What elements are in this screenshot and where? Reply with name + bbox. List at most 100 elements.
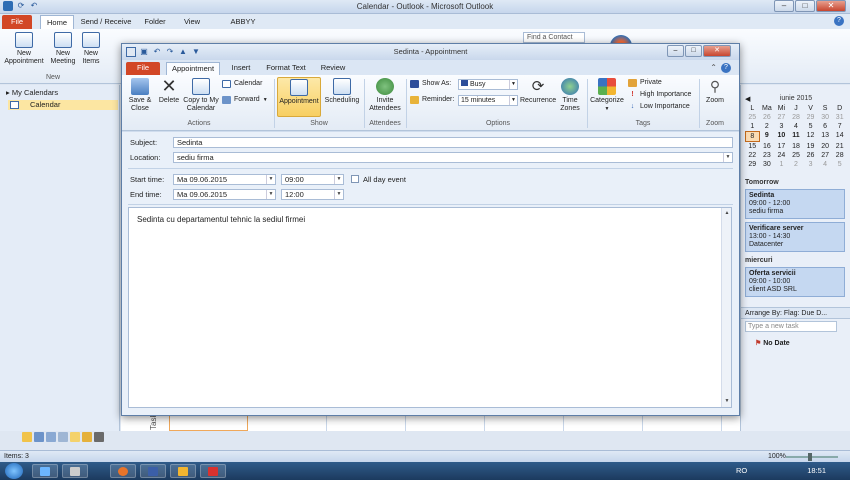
- mini-calendar-day[interactable]: 23: [760, 151, 775, 160]
- tab-file[interactable]: File: [126, 62, 160, 75]
- tab-home[interactable]: Home: [40, 15, 74, 29]
- mini-calendar-day[interactable]: 4: [789, 122, 804, 131]
- save-close-button[interactable]: Save & Close: [126, 78, 154, 113]
- minimize-ribbon-icon[interactable]: ⌃: [710, 63, 717, 72]
- appointment-view-button[interactable]: Appointment: [277, 77, 321, 117]
- mini-calendar-day[interactable]: 19: [803, 142, 818, 151]
- mini-calendar-day[interactable]: 7: [832, 122, 847, 131]
- subject-field[interactable]: Sedinta: [173, 137, 733, 148]
- taskbar-shell[interactable]: [62, 464, 88, 478]
- prev-month-icon[interactable]: ◀: [745, 95, 750, 103]
- tab-format-text[interactable]: Format Text: [264, 62, 308, 75]
- tab-review[interactable]: Review: [316, 62, 350, 75]
- mini-calendar-day[interactable]: 20: [818, 142, 833, 151]
- appointment-item[interactable]: Oferta servicii 09:00 - 10:00 client ASD…: [745, 267, 845, 297]
- taskbar-explorer[interactable]: [32, 464, 58, 478]
- mini-calendar-day[interactable]: 18: [789, 142, 804, 151]
- find-contact-box[interactable]: Find a Contact: [523, 32, 585, 43]
- calendar-button[interactable]: Calendar: [222, 79, 262, 89]
- tab-insert[interactable]: Insert: [226, 62, 256, 75]
- folder-nav-icon[interactable]: [82, 432, 92, 442]
- new-meeting-button[interactable]: New Meeting: [48, 32, 78, 66]
- scheduling-button[interactable]: Scheduling: [323, 78, 361, 105]
- contacts-nav-icon[interactable]: [46, 432, 56, 442]
- mini-calendar-day[interactable]: 17: [774, 142, 789, 151]
- arrange-by-header[interactable]: Arrange By: Flag: Due D...: [741, 307, 850, 319]
- mini-calendar-day[interactable]: 30: [818, 113, 833, 122]
- no-date-group[interactable]: ⚑ No Date: [755, 339, 790, 347]
- zoom-slider[interactable]: [786, 453, 838, 461]
- tab-file[interactable]: File: [2, 15, 32, 29]
- mini-calendar-day[interactable]: 30: [760, 160, 775, 169]
- mini-calendar-day[interactable]: 5: [803, 122, 818, 131]
- tasks-nav-icon[interactable]: [58, 432, 68, 442]
- mini-calendar-day[interactable]: 12: [803, 131, 818, 142]
- mini-calendar-day[interactable]: 21: [832, 142, 847, 151]
- time-zones-button[interactable]: Time Zones: [557, 78, 583, 113]
- tab-appointment[interactable]: Appointment: [166, 62, 220, 75]
- taskbar-app[interactable]: [200, 464, 226, 478]
- invite-attendees-button[interactable]: Invite Attendees: [367, 78, 403, 113]
- mini-calendar-day[interactable]: 4: [818, 160, 833, 169]
- calendar-nav-icon[interactable]: [34, 432, 44, 442]
- mini-calendar-day[interactable]: 5: [832, 160, 847, 169]
- system-clock[interactable]: 18:51: [807, 466, 826, 475]
- forward-button[interactable]: Forward ▼: [222, 95, 268, 105]
- mini-calendar-day[interactable]: 27: [818, 151, 833, 160]
- mini-calendar-day[interactable]: 11: [789, 131, 804, 142]
- taskbar-outlook[interactable]: [170, 464, 196, 478]
- mini-calendar-day[interactable]: 13: [818, 131, 833, 142]
- end-date-picker[interactable]: Ma 09.06.2015 ▼: [173, 189, 276, 200]
- mini-calendar-day[interactable]: 10: [774, 131, 789, 142]
- tab-view[interactable]: View: [180, 15, 204, 29]
- appointment-item[interactable]: Verificare server 13:00 - 14:30 Datacent…: [745, 222, 845, 252]
- notes-scrollbar[interactable]: ▲ ▼: [721, 208, 731, 407]
- all-day-checkbox[interactable]: [351, 175, 359, 183]
- mini-calendar-day[interactable]: 1: [774, 160, 789, 169]
- recurrence-button[interactable]: ⟳ Recurrence: [520, 78, 556, 105]
- nav-item-calendar[interactable]: Calendar: [8, 100, 118, 110]
- mini-calendar-day[interactable]: 25: [789, 151, 804, 160]
- new-task-input[interactable]: Type a new task: [745, 321, 837, 332]
- mini-calendar-day[interactable]: 2: [789, 160, 804, 169]
- categorize-button[interactable]: Categorize ▼: [589, 78, 625, 113]
- close-button[interactable]: ✕: [816, 0, 846, 12]
- mini-calendar-day[interactable]: 25: [745, 113, 760, 122]
- reminder-select[interactable]: 15 minutes ▼: [458, 95, 518, 106]
- low-importance-button[interactable]: ↓ Low Importance: [628, 102, 690, 112]
- start-time-select[interactable]: 09:00 ▼: [281, 174, 344, 185]
- mini-calendar-day[interactable]: 16: [760, 142, 775, 151]
- maximize-button[interactable]: □: [795, 0, 815, 12]
- mini-calendar-day[interactable]: 27: [774, 113, 789, 122]
- maximize-button[interactable]: □: [685, 45, 702, 57]
- mini-calendar-day[interactable]: 31: [832, 113, 847, 122]
- notes-nav-icon[interactable]: [70, 432, 80, 442]
- language-indicator[interactable]: RO: [736, 466, 747, 475]
- minimize-button[interactable]: –: [774, 0, 794, 12]
- mini-calendar-day[interactable]: 28: [789, 113, 804, 122]
- high-importance-button[interactable]: ! High Importance: [628, 90, 691, 100]
- private-button[interactable]: Private: [628, 78, 662, 88]
- minimize-button[interactable]: –: [667, 45, 684, 57]
- mini-calendar-day[interactable]: 15: [745, 142, 760, 151]
- mini-calendar-day[interactable]: 3: [803, 160, 818, 169]
- mini-calendar-day[interactable]: 2: [760, 122, 775, 131]
- mini-calendar-day[interactable]: 9: [760, 131, 775, 142]
- help-icon[interactable]: ?: [721, 63, 731, 73]
- mini-calendar-day[interactable]: 28: [832, 151, 847, 160]
- tab-folder[interactable]: Folder: [140, 15, 170, 29]
- zoom-button[interactable]: ⚲ Zoom: [702, 78, 728, 105]
- new-appointment-button[interactable]: New Appointment: [4, 32, 44, 66]
- taskbar-save[interactable]: [140, 464, 166, 478]
- mini-calendar-day[interactable]: 26: [760, 113, 775, 122]
- location-field[interactable]: sediu firma ▼: [173, 152, 733, 163]
- mini-calendar-day[interactable]: 29: [803, 113, 818, 122]
- copy-to-calendar-button[interactable]: Copy to My Calendar: [182, 78, 220, 113]
- close-button[interactable]: ✕: [703, 45, 731, 57]
- show-as-select[interactable]: Busy ▼: [458, 79, 518, 90]
- mini-calendar-day[interactable]: 6: [818, 122, 833, 131]
- mini-calendar-day[interactable]: 26: [803, 151, 818, 160]
- end-time-select[interactable]: 12:00 ▼: [281, 189, 344, 200]
- tab-abbyy[interactable]: ABBYY FineReader 12: [212, 15, 274, 39]
- start-button[interactable]: [5, 463, 23, 479]
